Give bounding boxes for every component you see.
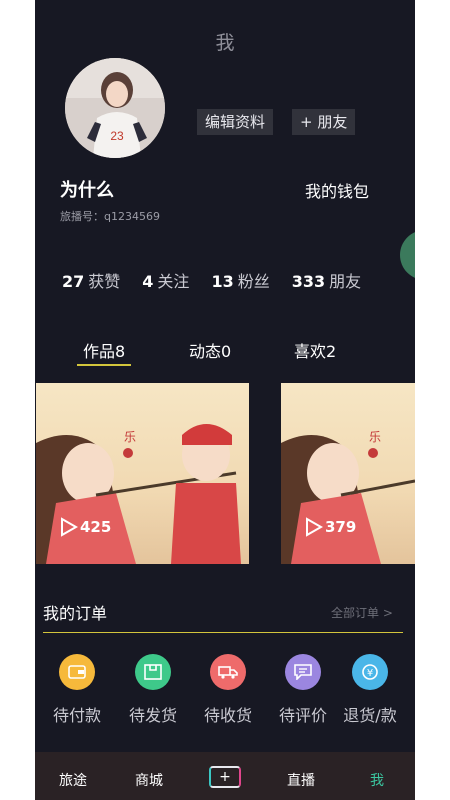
stat-count: 333: [291, 272, 326, 291]
svg-text:¥: ¥: [367, 668, 373, 679]
tab-likes[interactable]: 喜欢2: [294, 338, 336, 362]
svg-text:乐: 乐: [369, 430, 381, 444]
bottom-nav: 旅途 商城 + 直播 我: [35, 752, 415, 800]
video-thumbnail[interactable]: 乐 425: [36, 383, 249, 564]
play-count-value: 425: [80, 518, 112, 536]
profile-screen: 我 23 编辑资料 + 朋友 为什么 我的钱包 旅播号：q1234569 27 获…: [35, 0, 415, 800]
order-pending-receipt[interactable]: 待收货: [190, 654, 266, 726]
tab-works[interactable]: 作品8: [83, 338, 125, 362]
order-label: 待收货: [203, 706, 252, 725]
order-pending-payment[interactable]: 待付款: [39, 654, 115, 726]
avatar-photo: 23: [65, 58, 165, 158]
order-refund[interactable]: ¥ 退货/款: [332, 654, 408, 726]
comment-icon: [285, 654, 321, 690]
order-pending-review[interactable]: 待评价: [265, 654, 341, 726]
order-label: 待评价: [278, 706, 327, 725]
nav-live[interactable]: 直播: [287, 770, 315, 790]
active-tab-indicator: [77, 364, 131, 366]
stat-count: 4: [142, 272, 154, 291]
package-icon: [135, 654, 171, 690]
stat-friends[interactable]: 333 朋友: [292, 268, 361, 292]
orders-title: 我的订单: [43, 604, 108, 623]
stat-count: 27: [62, 272, 85, 291]
stat-label: 获赞: [88, 272, 121, 291]
play-count: 425: [60, 517, 111, 537]
refund-icon: ¥: [352, 654, 388, 690]
page-title: 我: [215, 32, 235, 54]
wallet-link[interactable]: 我的钱包: [305, 178, 369, 202]
wallet-icon: [59, 654, 95, 690]
avatar[interactable]: 23: [65, 58, 165, 158]
account-id: 旅播号：q1234569: [60, 210, 160, 223]
stat-likes[interactable]: 27 获赞: [62, 268, 120, 292]
order-label: 退货/款: [343, 706, 397, 725]
stats-row: 27 获赞 4 关注 13 粉丝 333 朋友: [62, 268, 383, 292]
play-count: 379: [305, 517, 356, 537]
play-icon: [306, 517, 323, 537]
create-post-button[interactable]: +: [209, 766, 241, 788]
nav-me[interactable]: 我: [370, 770, 384, 790]
order-label: 待发货: [128, 706, 177, 725]
edit-profile-button[interactable]: 编辑资料: [197, 109, 274, 135]
stat-label: 关注: [157, 272, 190, 291]
play-count-value: 379: [325, 518, 357, 536]
stat-count: 13: [211, 272, 234, 291]
username: 为什么: [60, 180, 114, 201]
nav-mall[interactable]: 商城: [135, 770, 163, 790]
tab-activity[interactable]: 动态0: [189, 338, 231, 362]
stat-followers[interactable]: 13 粉丝: [211, 268, 269, 292]
nav-journey[interactable]: 旅途: [59, 770, 87, 790]
stat-label: 粉丝: [237, 272, 270, 291]
order-label: 待付款: [52, 706, 101, 725]
all-orders-link[interactable]: 全部订单 >: [331, 604, 393, 621]
content-tabs: 作品8 动态0 喜欢2: [35, 338, 415, 368]
order-pending-shipment[interactable]: 待发货: [115, 654, 191, 726]
stat-following[interactable]: 4 关注: [142, 268, 189, 292]
play-icon: [61, 517, 78, 537]
stat-label: 朋友: [329, 272, 362, 291]
video-thumbnail[interactable]: 乐 379: [281, 383, 415, 564]
add-friend-button[interactable]: + 朋友: [292, 109, 356, 135]
truck-icon: [210, 654, 246, 690]
floating-bubble[interactable]: [400, 230, 415, 280]
svg-text:乐: 乐: [124, 430, 136, 444]
plus-icon: +: [219, 769, 231, 785]
svg-text:23: 23: [110, 129, 124, 143]
divider: [43, 632, 403, 633]
